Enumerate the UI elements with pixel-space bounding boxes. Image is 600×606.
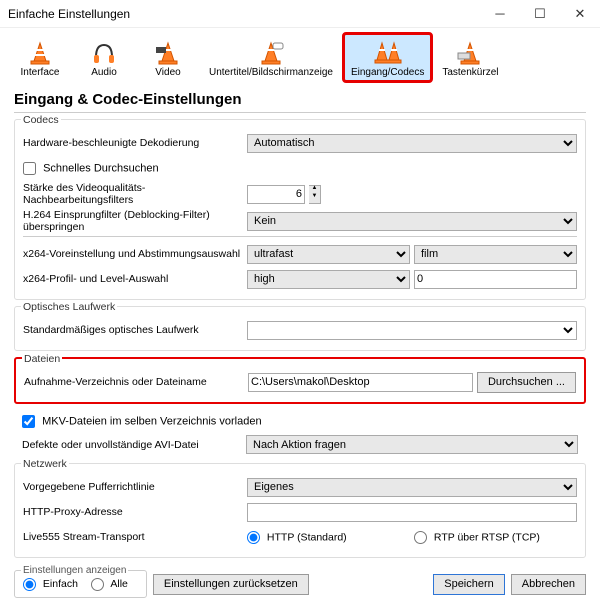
group-codecs: Codecs Hardware-beschleunigte Dekodierun… — [14, 119, 586, 300]
maximize-button[interactable]: ☐ — [520, 0, 560, 28]
tab-interface[interactable]: Interface — [10, 34, 70, 81]
simple-radio[interactable]: Einfach — [23, 578, 78, 590]
live555-label: Live555 Stream-Transport — [23, 531, 243, 543]
group-title: Dateien — [22, 353, 62, 365]
tab-label: Video — [155, 67, 180, 78]
group-network: Netzwerk Vorgegebene Pufferrichtlinie Ei… — [14, 463, 586, 558]
postproc-label: Stärke des Videoqualitäts-Nachbearbeitun… — [23, 182, 243, 206]
group-title: Optisches Laufwerk — [21, 301, 117, 313]
tab-label: Tastenkürzel — [442, 67, 498, 78]
record-dir-label: Aufnahme-Verzeichnis oder Dateiname — [24, 376, 244, 388]
mkv-preload-checkbox[interactable]: MKV-Dateien im selben Verzeichnis vorlad… — [22, 415, 262, 428]
default-drive-select[interactable] — [247, 321, 577, 340]
tab-audio[interactable]: Audio — [74, 34, 134, 81]
cancel-button[interactable]: Abbrechen — [511, 574, 586, 595]
hw-decode-select[interactable]: Automatisch — [247, 134, 577, 153]
default-drive-label: Standardmäßiges optisches Laufwerk — [23, 324, 243, 336]
show-settings-group: Einstellungen anzeigen Einfach Alle — [14, 570, 147, 598]
keyboard-cone-icon — [454, 39, 486, 67]
h264-skip-select[interactable]: Kein — [247, 212, 577, 231]
window-titlebar: Einfache Einstellungen ─ ☐ ✕ — [0, 0, 600, 28]
postproc-input[interactable] — [247, 185, 305, 204]
tab-label: Untertitel/Bildschirmanzeige — [209, 67, 333, 78]
group-title: Netzwerk — [21, 458, 69, 470]
http-proxy-label: HTTP-Proxy-Adresse — [23, 506, 243, 518]
double-cone-icon — [372, 39, 404, 67]
tab-video[interactable]: Video — [138, 34, 198, 81]
browse-button[interactable]: Durchsuchen ... — [477, 372, 576, 393]
group-title: Codecs — [21, 114, 61, 126]
footer-bar: Einstellungen anzeigen Einfach Alle Eins… — [0, 564, 600, 606]
hw-decode-label: Hardware-beschleunigte Dekodierung — [23, 137, 243, 149]
tab-label: Interface — [21, 67, 60, 78]
cone-bubble-icon — [255, 39, 287, 67]
all-radio[interactable]: Alle — [91, 578, 128, 590]
h264-skip-label: H.264 Einsprungfilter (Deblocking-Filter… — [23, 209, 243, 233]
x264-profile-label: x264-Profil- und Level-Auswahl — [23, 273, 243, 285]
close-button[interactable]: ✕ — [560, 0, 600, 28]
x264-preset-select[interactable]: ultrafast — [247, 245, 410, 264]
reset-button[interactable]: Einstellungen zurücksetzen — [153, 574, 309, 595]
live555-rtp-radio[interactable]: RTP über RTSP (TCP) — [414, 531, 567, 544]
tab-label: Eingang/Codecs — [351, 67, 424, 78]
group-optical: Optisches Laufwerk Standardmäßiges optis… — [14, 306, 586, 351]
x264-level-input[interactable] — [414, 270, 577, 289]
live555-http-radio[interactable]: HTTP (Standard) — [247, 531, 400, 544]
tab-label: Audio — [91, 67, 117, 78]
http-proxy-input[interactable] — [247, 503, 577, 522]
film-cone-icon — [152, 39, 184, 67]
show-settings-label: Einstellungen anzeigen — [21, 565, 128, 576]
divider — [14, 112, 586, 113]
headphones-icon — [88, 39, 120, 67]
divider — [23, 236, 577, 237]
tab-subtitles[interactable]: Untertitel/Bildschirmanzeige — [202, 34, 340, 81]
window-title: Einfache Einstellungen — [8, 7, 480, 21]
tab-input-codecs[interactable]: Eingang/Codecs — [344, 34, 431, 81]
group-files: Dateien Aufnahme-Verzeichnis oder Datein… — [14, 357, 586, 404]
cache-policy-label: Vorgegebene Pufferrichtlinie — [23, 481, 243, 493]
avi-broken-label: Defekte oder unvollständige AVI-Datei — [22, 439, 242, 451]
page-title: Eingang & Codec-Einstellungen — [14, 91, 586, 108]
minimize-button[interactable]: ─ — [480, 0, 520, 28]
preferences-toolbar: Interface Audio Video Untertitel/Bildsch… — [0, 28, 600, 83]
save-button[interactable]: Speichern — [433, 574, 505, 595]
cache-policy-select[interactable]: Eigenes — [247, 478, 577, 497]
main-content: Eingang & Codec-Einstellungen Codecs Har… — [0, 83, 600, 558]
x264-preset-label: x264-Voreinstellung und Abstimmungsauswa… — [23, 248, 243, 260]
tab-hotkeys[interactable]: Tastenkürzel — [435, 34, 505, 81]
record-dir-input[interactable] — [248, 373, 473, 392]
spinner-buttons[interactable]: ▲▼ — [309, 185, 321, 204]
cone-icon — [24, 39, 56, 67]
avi-broken-select[interactable]: Nach Aktion fragen — [246, 435, 578, 454]
x264-profile-select[interactable]: high — [247, 270, 410, 289]
fast-seek-checkbox[interactable]: Schnelles Durchsuchen — [23, 162, 159, 175]
x264-tune-select[interactable]: film — [414, 245, 577, 264]
